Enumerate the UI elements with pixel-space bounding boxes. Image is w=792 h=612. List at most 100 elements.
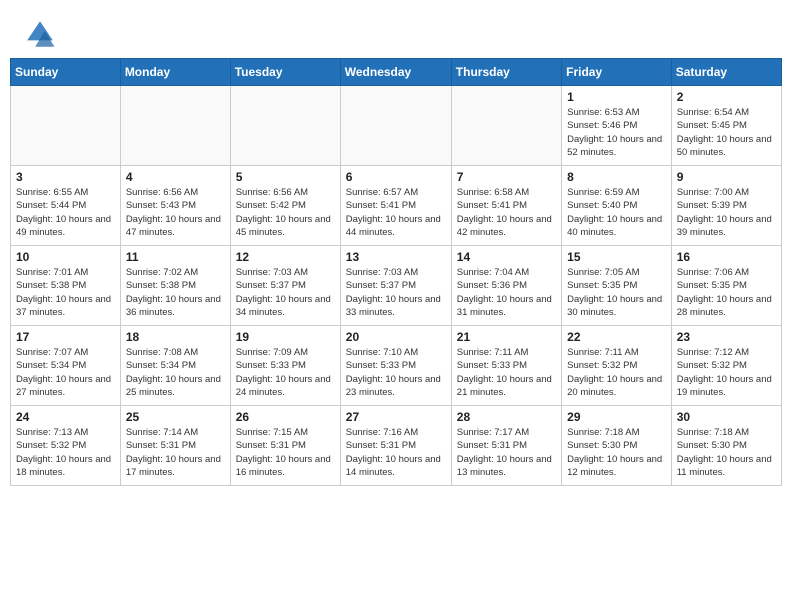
calendar-table: SundayMondayTuesdayWednesdayThursdayFrid… bbox=[10, 58, 782, 486]
calendar-cell: 27 Sunrise: 7:16 AMSunset: 5:31 PMDayligh… bbox=[340, 406, 451, 486]
calendar-cell: 14 Sunrise: 7:04 AMSunset: 5:36 PMDayligh… bbox=[451, 246, 561, 326]
calendar-cell bbox=[230, 86, 340, 166]
day-number: 11 bbox=[126, 250, 225, 264]
calendar-cell: 30 Sunrise: 7:18 AMSunset: 5:30 PMDayligh… bbox=[671, 406, 781, 486]
day-number: 6 bbox=[346, 170, 446, 184]
calendar-cell: 16 Sunrise: 7:06 AMSunset: 5:35 PMDayligh… bbox=[671, 246, 781, 326]
day-info: Sunrise: 7:13 AMSunset: 5:32 PMDaylight:… bbox=[16, 426, 115, 479]
calendar-cell: 20 Sunrise: 7:10 AMSunset: 5:33 PMDayligh… bbox=[340, 326, 451, 406]
calendar-week-row: 3 Sunrise: 6:55 AMSunset: 5:44 PMDaylight… bbox=[11, 166, 782, 246]
day-info: Sunrise: 7:11 AMSunset: 5:32 PMDaylight:… bbox=[567, 346, 666, 399]
calendar-header-row: SundayMondayTuesdayWednesdayThursdayFrid… bbox=[11, 59, 782, 86]
calendar-week-row: 1 Sunrise: 6:53 AMSunset: 5:46 PMDaylight… bbox=[11, 86, 782, 166]
calendar-cell: 8 Sunrise: 6:59 AMSunset: 5:40 PMDaylight… bbox=[562, 166, 672, 246]
day-number: 27 bbox=[346, 410, 446, 424]
calendar-cell: 24Sunrise: 7:13 AMSunset: 5:32 PMDayligh… bbox=[11, 406, 121, 486]
calendar-cell: 22 Sunrise: 7:11 AMSunset: 5:32 PMDayligh… bbox=[562, 326, 672, 406]
calendar-cell: 25 Sunrise: 7:14 AMSunset: 5:31 PMDayligh… bbox=[120, 406, 230, 486]
day-number: 1 bbox=[567, 90, 666, 104]
calendar-cell: 10 Sunrise: 7:01 AMSunset: 5:38 PMDayligh… bbox=[11, 246, 121, 326]
day-info: Sunrise: 7:18 AMSunset: 5:30 PMDaylight:… bbox=[677, 426, 776, 479]
calendar-cell: 3 Sunrise: 6:55 AMSunset: 5:44 PMDaylight… bbox=[11, 166, 121, 246]
calendar-week-row: 17Sunrise: 7:07 AMSunset: 5:34 PMDayligh… bbox=[11, 326, 782, 406]
day-info: Sunrise: 7:17 AMSunset: 5:31 PMDaylight:… bbox=[457, 426, 556, 479]
day-info: Sunrise: 7:10 AMSunset: 5:33 PMDaylight:… bbox=[346, 346, 446, 399]
day-info: Sunrise: 6:53 AMSunset: 5:46 PMDaylight:… bbox=[567, 106, 666, 159]
day-info: Sunrise: 6:56 AMSunset: 5:42 PMDaylight:… bbox=[236, 186, 335, 239]
calendar-day-header: Thursday bbox=[451, 59, 561, 86]
calendar-cell: 12 Sunrise: 7:03 AMSunset: 5:37 PMDayligh… bbox=[230, 246, 340, 326]
day-info: Sunrise: 7:00 AMSunset: 5:39 PMDaylight:… bbox=[677, 186, 776, 239]
day-number: 26 bbox=[236, 410, 335, 424]
day-info: Sunrise: 7:18 AMSunset: 5:30 PMDaylight:… bbox=[567, 426, 666, 479]
calendar-cell: 28 Sunrise: 7:17 AMSunset: 5:31 PMDayligh… bbox=[451, 406, 561, 486]
day-info: Sunrise: 7:04 AMSunset: 5:36 PMDaylight:… bbox=[457, 266, 556, 319]
day-info: Sunrise: 6:55 AMSunset: 5:44 PMDaylight:… bbox=[16, 186, 115, 239]
day-info: Sunrise: 7:02 AMSunset: 5:38 PMDaylight:… bbox=[126, 266, 225, 319]
calendar-cell: 23 Sunrise: 7:12 AMSunset: 5:32 PMDayligh… bbox=[671, 326, 781, 406]
calendar-day-header: Saturday bbox=[671, 59, 781, 86]
day-info: Sunrise: 7:12 AMSunset: 5:32 PMDaylight:… bbox=[677, 346, 776, 399]
calendar-cell: 18 Sunrise: 7:08 AMSunset: 5:34 PMDayligh… bbox=[120, 326, 230, 406]
day-info: Sunrise: 7:01 AMSunset: 5:38 PMDaylight:… bbox=[16, 266, 115, 319]
day-number: 16 bbox=[677, 250, 776, 264]
day-info: Sunrise: 7:08 AMSunset: 5:34 PMDaylight:… bbox=[126, 346, 225, 399]
day-info: Sunrise: 6:57 AMSunset: 5:41 PMDaylight:… bbox=[346, 186, 446, 239]
day-number: 4 bbox=[126, 170, 225, 184]
header bbox=[0, 0, 792, 58]
day-info: Sunrise: 7:09 AMSunset: 5:33 PMDaylight:… bbox=[236, 346, 335, 399]
day-number: 21 bbox=[457, 330, 556, 344]
logo-icon bbox=[24, 18, 56, 50]
calendar-cell: 9 Sunrise: 7:00 AMSunset: 5:39 PMDaylight… bbox=[671, 166, 781, 246]
day-number: 28 bbox=[457, 410, 556, 424]
day-number: 29 bbox=[567, 410, 666, 424]
calendar-cell: 6 Sunrise: 6:57 AMSunset: 5:41 PMDaylight… bbox=[340, 166, 451, 246]
calendar-cell: 11 Sunrise: 7:02 AMSunset: 5:38 PMDayligh… bbox=[120, 246, 230, 326]
calendar-cell: 7 Sunrise: 6:58 AMSunset: 5:41 PMDaylight… bbox=[451, 166, 561, 246]
calendar-day-header: Tuesday bbox=[230, 59, 340, 86]
day-number: 20 bbox=[346, 330, 446, 344]
logo bbox=[24, 18, 60, 50]
day-info: Sunrise: 6:59 AMSunset: 5:40 PMDaylight:… bbox=[567, 186, 666, 239]
day-info: Sunrise: 7:11 AMSunset: 5:33 PMDaylight:… bbox=[457, 346, 556, 399]
day-number: 22 bbox=[567, 330, 666, 344]
calendar-cell: 29 Sunrise: 7:18 AMSunset: 5:30 PMDayligh… bbox=[562, 406, 672, 486]
calendar-cell: 17Sunrise: 7:07 AMSunset: 5:34 PMDayligh… bbox=[11, 326, 121, 406]
day-number: 12 bbox=[236, 250, 335, 264]
calendar-cell bbox=[120, 86, 230, 166]
day-info: Sunrise: 7:14 AMSunset: 5:31 PMDaylight:… bbox=[126, 426, 225, 479]
calendar-cell: 15Sunrise: 7:05 AMSunset: 5:35 PMDayligh… bbox=[562, 246, 672, 326]
day-number: 10 bbox=[16, 250, 115, 264]
day-number: 19 bbox=[236, 330, 335, 344]
day-number: 25 bbox=[126, 410, 225, 424]
calendar-cell: 19 Sunrise: 7:09 AMSunset: 5:33 PMDayligh… bbox=[230, 326, 340, 406]
day-number: 3 bbox=[16, 170, 115, 184]
day-number: 23 bbox=[677, 330, 776, 344]
page: SundayMondayTuesdayWednesdayThursdayFrid… bbox=[0, 0, 792, 612]
day-number: 7 bbox=[457, 170, 556, 184]
day-number: 8 bbox=[567, 170, 666, 184]
day-number: 30 bbox=[677, 410, 776, 424]
calendar-cell: 2 Sunrise: 6:54 AMSunset: 5:45 PMDaylight… bbox=[671, 86, 781, 166]
day-number: 14 bbox=[457, 250, 556, 264]
day-info: Sunrise: 6:58 AMSunset: 5:41 PMDaylight:… bbox=[457, 186, 556, 239]
day-info: Sunrise: 7:07 AMSunset: 5:34 PMDaylight:… bbox=[16, 346, 115, 399]
day-info: Sunrise: 7:06 AMSunset: 5:35 PMDaylight:… bbox=[677, 266, 776, 319]
day-number: 18 bbox=[126, 330, 225, 344]
calendar-day-header: Monday bbox=[120, 59, 230, 86]
day-info: Sunrise: 6:56 AMSunset: 5:43 PMDaylight:… bbox=[126, 186, 225, 239]
calendar-cell: 1 Sunrise: 6:53 AMSunset: 5:46 PMDaylight… bbox=[562, 86, 672, 166]
day-number: 9 bbox=[677, 170, 776, 184]
calendar-cell bbox=[340, 86, 451, 166]
day-number: 2 bbox=[677, 90, 776, 104]
day-info: Sunrise: 7:03 AMSunset: 5:37 PMDaylight:… bbox=[236, 266, 335, 319]
day-info: Sunrise: 6:54 AMSunset: 5:45 PMDaylight:… bbox=[677, 106, 776, 159]
calendar-day-header: Friday bbox=[562, 59, 672, 86]
day-info: Sunrise: 7:16 AMSunset: 5:31 PMDaylight:… bbox=[346, 426, 446, 479]
calendar-day-header: Wednesday bbox=[340, 59, 451, 86]
day-info: Sunrise: 7:05 AMSunset: 5:35 PMDaylight:… bbox=[567, 266, 666, 319]
calendar-cell: 13Sunrise: 7:03 AMSunset: 5:37 PMDayligh… bbox=[340, 246, 451, 326]
calendar-cell: 21 Sunrise: 7:11 AMSunset: 5:33 PMDayligh… bbox=[451, 326, 561, 406]
calendar-day-header: Sunday bbox=[11, 59, 121, 86]
calendar-cell bbox=[451, 86, 561, 166]
